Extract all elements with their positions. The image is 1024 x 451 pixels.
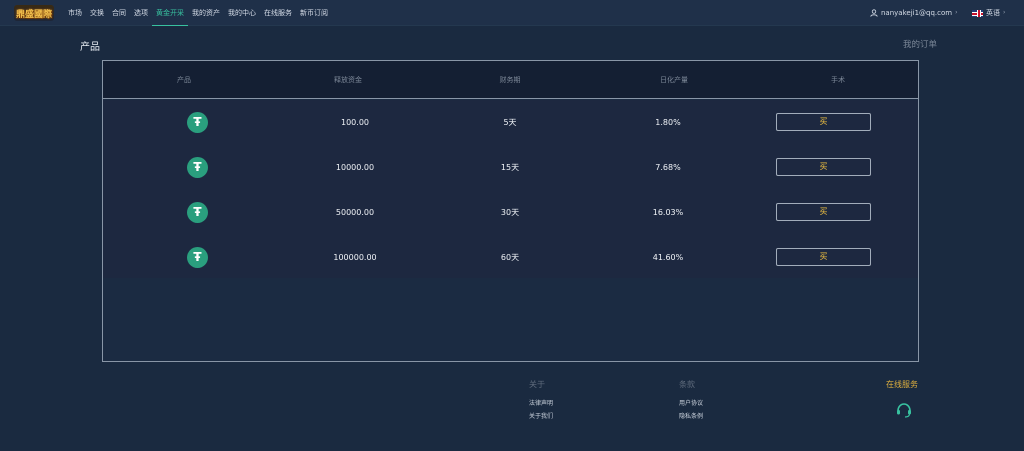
buy-button[interactable]: 买 <box>776 203 871 221</box>
amount-cell: 50000.00 <box>335 208 375 217</box>
amount-cell: 100000.00 <box>333 253 377 262</box>
term-cell: 5天 <box>503 118 517 127</box>
term-cell: 30天 <box>500 208 520 217</box>
term-cell: 60天 <box>500 253 520 262</box>
daily-yield-cell: 16.03% <box>652 208 684 217</box>
column-header-action: 手术 <box>831 76 845 84</box>
nav-exchange[interactable]: 交换 <box>86 0 108 26</box>
nav-new-coin-subscription[interactable]: 新币订阅 <box>296 0 332 26</box>
nav-market[interactable]: 市场 <box>64 0 86 26</box>
buy-button[interactable]: 买 <box>776 248 871 266</box>
footer-terms-title: 条款 <box>679 380 695 389</box>
footer-user-agreement-link[interactable]: 用户协议 <box>679 398 703 407</box>
chevron-right-icon: › <box>1003 9 1006 16</box>
amount-cell: 100.00 <box>341 118 369 127</box>
tether-usdt-icon: Ŧ <box>187 202 208 223</box>
nav-my-assets[interactable]: 我的资产 <box>188 0 224 26</box>
language-label: 英语 <box>986 9 1000 17</box>
buy-button[interactable]: 买 <box>776 113 871 131</box>
headset-icon[interactable] <box>895 402 913 418</box>
footer-legal-link[interactable]: 法律声明 <box>529 398 553 407</box>
footer-privacy-link[interactable]: 隐私条例 <box>679 411 703 420</box>
term-cell: 15天 <box>500 163 520 172</box>
main-nav: 市场 交换 合同 选项 黄金开采 我的资产 我的中心 在线服务 新币订阅 <box>64 0 332 26</box>
tether-usdt-icon: Ŧ <box>187 112 208 133</box>
nav-my-center[interactable]: 我的中心 <box>224 0 260 26</box>
table-row: Ŧ 10000.00 15天 7.68% 买 <box>103 145 918 190</box>
footer-about-title: 关于 <box>529 380 545 389</box>
table-row: Ŧ 100000.00 60天 41.60% 买 <box>103 235 918 280</box>
nav-contract[interactable]: 合同 <box>108 0 130 26</box>
chevron-right-icon: › <box>955 9 958 16</box>
my-orders-link[interactable]: 我的订单 <box>903 38 937 50</box>
column-header-term: 财务期 <box>499 76 521 84</box>
tether-usdt-icon: Ŧ <box>187 157 208 178</box>
daily-yield-cell: 1.80% <box>655 118 681 127</box>
user-icon <box>870 9 878 17</box>
table-body: Ŧ 100.00 5天 1.80% 买 Ŧ 10000.00 15天 7.68%… <box>103 100 918 278</box>
buy-button[interactable]: 买 <box>776 158 871 176</box>
top-navbar: 鼎盛國際 市场 交换 合同 选项 黄金开采 我的资产 我的中心 在线服务 新币订… <box>0 0 1024 26</box>
column-header-product: 产品 <box>177 76 191 84</box>
user-email: nanyakeji1@qq.com <box>881 9 953 17</box>
column-header-daily-yield: 日化产量 <box>660 76 688 84</box>
user-menu[interactable]: nanyakeji1@qq.com › <box>870 0 958 26</box>
tether-usdt-icon: Ŧ <box>187 247 208 268</box>
page-title: 产品 <box>80 42 100 53</box>
daily-yield-cell: 41.60% <box>652 253 684 262</box>
language-switcher[interactable]: 英语 › <box>972 0 1005 26</box>
footer-about-us-link[interactable]: 关于我们 <box>529 411 553 420</box>
table-row: Ŧ 100.00 5天 1.80% 买 <box>103 100 918 145</box>
daily-yield-cell: 7.68% <box>655 163 681 172</box>
table-row: Ŧ 50000.00 30天 16.03% 买 <box>103 190 918 235</box>
nav-options[interactable]: 选项 <box>130 0 152 26</box>
nav-online-service[interactable]: 在线服务 <box>260 0 296 26</box>
amount-cell: 10000.00 <box>335 163 375 172</box>
nav-gold-mining[interactable]: 黄金开采 <box>152 0 188 26</box>
column-header-release-funds: 释放资金 <box>334 76 362 84</box>
table-header: 产品 释放资金 财务期 日化产量 手术 <box>103 61 918 99</box>
footer-online-service-title: 在线服务 <box>886 380 918 389</box>
uk-flag-icon <box>972 9 983 17</box>
products-table: 产品 释放资金 财务期 日化产量 手术 Ŧ 100.00 5天 1.80% 买 … <box>102 60 919 362</box>
site-logo[interactable]: 鼎盛國際 <box>14 5 54 21</box>
